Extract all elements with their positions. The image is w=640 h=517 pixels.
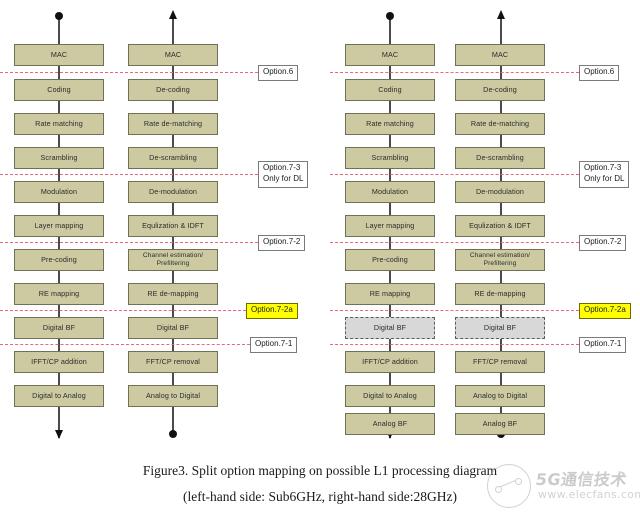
terminator-arrow-top-28-rx	[496, 10, 505, 19]
option-label-6[interactable]: Option.6	[258, 65, 299, 81]
terminator-dot-top-sub6-tx	[55, 12, 63, 20]
option-label-7-1[interactable]: Option.7-1	[579, 337, 627, 353]
block-rate-de-matching[interactable]: Rate de-matching	[455, 113, 545, 135]
block-equalization-idft[interactable]: Equlization & IDFT	[128, 215, 218, 237]
block-de-scrambling[interactable]: De-scrambling	[455, 147, 545, 169]
split-line-option-6	[0, 72, 258, 73]
connector-spine-28-tx	[389, 44, 391, 438]
connector	[172, 18, 174, 46]
block-de-modulation[interactable]: De-modulation	[128, 181, 218, 203]
block-re-mapping[interactable]: RE mapping	[345, 283, 435, 305]
block-de-coding[interactable]: De-coding	[455, 79, 545, 101]
block-pre-coding[interactable]: Pre-coding	[14, 249, 104, 271]
option-label-7-3[interactable]: Option.7-3 Only for DL	[579, 161, 630, 188]
block-mac[interactable]: MAC	[128, 44, 218, 66]
block-digital-to-analog[interactable]: Digital to Analog	[14, 385, 104, 407]
block-channel-estimation-prefiltering[interactable]: Channel estimation/ Prefiltering	[455, 249, 545, 271]
block-digital-bf[interactable]: Digital BF	[455, 317, 545, 339]
block-analog-to-digital[interactable]: Analog to Digital	[455, 385, 545, 407]
block-rate-matching[interactable]: Rate matching	[14, 113, 104, 135]
split-line-option-7-1	[0, 344, 250, 345]
connector	[389, 16, 391, 46]
block-mac[interactable]: MAC	[14, 44, 104, 66]
block-analog-bf[interactable]: Analog BF	[345, 413, 435, 435]
block-rate-matching[interactable]: Rate matching	[345, 113, 435, 135]
block-layer-mapping[interactable]: Layer mapping	[14, 215, 104, 237]
block-analog-to-digital[interactable]: Analog to Digital	[128, 385, 218, 407]
block-coding[interactable]: Coding	[14, 79, 104, 101]
option-label-7-3[interactable]: Option.7-3 Only for DL	[258, 161, 309, 188]
connector	[500, 18, 502, 46]
block-ifft-cp-addition[interactable]: IFFT/CP addition	[14, 351, 104, 373]
block-rate-de-matching[interactable]: Rate de-matching	[128, 113, 218, 135]
option-label-7-2a[interactable]: Option.7-2a	[246, 303, 298, 319]
figure-canvas: MAC Coding Rate matching Scrambling Modu…	[0, 0, 640, 517]
block-re-mapping[interactable]: RE mapping	[14, 283, 104, 305]
connector-spine-28-rx	[500, 44, 502, 436]
terminator-dot-bottom-sub6-rx	[169, 430, 177, 438]
split-line-option-7-1	[330, 344, 579, 345]
block-de-modulation[interactable]: De-modulation	[455, 181, 545, 203]
block-re-de-mapping[interactable]: RE de-mapping	[455, 283, 545, 305]
block-pre-coding[interactable]: Pre-coding	[345, 249, 435, 271]
block-digital-bf[interactable]: Digital BF	[14, 317, 104, 339]
terminator-arrow-top-sub6-rx	[168, 10, 177, 19]
connector	[58, 16, 60, 46]
block-scrambling[interactable]: Scrambling	[14, 147, 104, 169]
block-de-scrambling[interactable]: De-scrambling	[128, 147, 218, 169]
split-line-option-7-3	[330, 174, 579, 175]
block-de-coding[interactable]: De-coding	[128, 79, 218, 101]
figure-caption-line-2: (left-hand side: Sub6GHz, right-hand sid…	[182, 489, 458, 504]
block-ifft-cp-addition[interactable]: IFFT/CP addition	[345, 351, 435, 373]
option-label-7-1[interactable]: Option.7-1	[250, 337, 298, 353]
block-layer-mapping[interactable]: Layer mapping	[345, 215, 435, 237]
option-label-7-2[interactable]: Option.7-2	[258, 235, 306, 251]
block-modulation[interactable]: Modulation	[345, 181, 435, 203]
block-fft-cp-removal[interactable]: FFT/CP removal	[455, 351, 545, 373]
block-mac[interactable]: MAC	[455, 44, 545, 66]
block-mac[interactable]: MAC	[345, 44, 435, 66]
split-line-option-6	[330, 72, 579, 73]
split-line-option-7-2	[330, 242, 579, 243]
block-modulation[interactable]: Modulation	[14, 181, 104, 203]
split-line-option-7-3	[0, 174, 258, 175]
figure-caption-line-1: Figure3. Split option mapping on possibl…	[142, 463, 498, 478]
block-digital-bf[interactable]: Digital BF	[128, 317, 218, 339]
split-line-option-7-2a	[330, 310, 579, 311]
option-label-6[interactable]: Option.6	[579, 65, 620, 81]
split-line-option-7-2	[0, 242, 258, 243]
option-label-7-2[interactable]: Option.7-2	[579, 235, 627, 251]
split-line-option-7-2a	[0, 310, 246, 311]
block-fft-cp-removal[interactable]: FFT/CP removal	[128, 351, 218, 373]
block-analog-bf[interactable]: Analog BF	[455, 413, 545, 435]
terminator-arrow-bottom-sub6-tx	[54, 430, 63, 439]
block-digital-to-analog[interactable]: Digital to Analog	[345, 385, 435, 407]
block-scrambling[interactable]: Scrambling	[345, 147, 435, 169]
option-label-7-2a[interactable]: Option.7-2a	[579, 303, 631, 319]
block-digital-bf[interactable]: Digital BF	[345, 317, 435, 339]
connector-spine-sub6-tx	[58, 44, 60, 438]
terminator-dot-top-28-tx	[386, 12, 394, 20]
block-channel-estimation-prefiltering[interactable]: Channel estimation/ Prefiltering	[128, 249, 218, 271]
block-re-de-mapping[interactable]: RE de-mapping	[128, 283, 218, 305]
connector-spine-sub6-rx	[172, 44, 174, 436]
block-equalization-idft[interactable]: Equlization & IDFT	[455, 215, 545, 237]
block-coding[interactable]: Coding	[345, 79, 435, 101]
